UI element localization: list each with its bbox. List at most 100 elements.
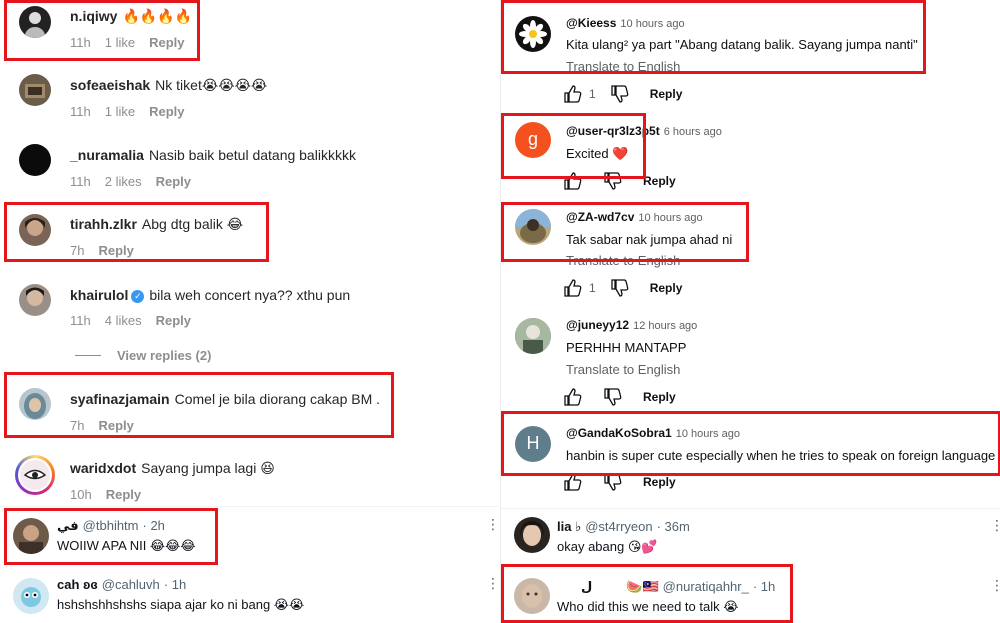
comment-username[interactable]: @Kieess 10 hours ago <box>566 16 685 30</box>
reply-button[interactable]: Reply <box>98 418 133 433</box>
username-text[interactable]: _nuramalia <box>70 147 144 163</box>
view-replies-label[interactable]: View replies (2) <box>117 348 211 363</box>
dislike-icon[interactable] <box>603 472 623 492</box>
display-name[interactable]: في <box>57 518 79 533</box>
comment-actions: 1 Reply <box>563 278 682 298</box>
reply-author[interactable]: cah ʚɞ @cahluvh · 1h <box>57 577 186 592</box>
comment-username[interactable]: sofeaeishak Nk tiket😭😭😭😭 <box>70 77 267 94</box>
like-icon[interactable] <box>563 472 583 492</box>
user-handle[interactable]: @tbhihtm <box>83 518 139 533</box>
reply-button[interactable]: Reply <box>650 87 683 101</box>
comment-username[interactable]: @user-qr3lz3p5t 6 hours ago <box>566 124 722 138</box>
reply-button[interactable]: Reply <box>650 281 683 295</box>
avatar[interactable] <box>515 16 551 52</box>
more-options-icon[interactable]: ⋮ <box>990 517 1000 534</box>
dislike-icon[interactable] <box>603 387 623 407</box>
reply-button[interactable]: Reply <box>643 390 676 404</box>
comment-text: PERHHH MANTAPP <box>566 340 687 355</box>
dislike-icon[interactable] <box>610 84 630 104</box>
reply-button[interactable]: Reply <box>156 174 191 189</box>
display-name[interactable]: cah ʚɞ <box>57 577 98 592</box>
reply-button[interactable]: Reply <box>156 313 191 328</box>
reply-author[interactable]: lia ♭ @st4rryeon · 36m <box>557 519 690 535</box>
display-name[interactable]: lia ♭ <box>557 519 581 534</box>
translate-button[interactable]: Translate to English <box>566 362 680 377</box>
comment-likes[interactable]: 1 like <box>105 35 135 50</box>
comment-username[interactable]: khairulol ✓ bila weh concert nya?? xthu pu… <box>70 287 350 303</box>
user-handle[interactable]: @st4rryeon <box>585 519 652 534</box>
username-text[interactable]: waridxdot <box>70 460 136 476</box>
avatar[interactable] <box>15 455 55 495</box>
avatar[interactable] <box>19 388 51 420</box>
reply-button[interactable]: Reply <box>643 174 676 188</box>
username-text[interactable]: @user-qr3lz3p5t <box>566 124 660 138</box>
comment-likes[interactable]: 1 like <box>105 104 135 119</box>
comment-time[interactable]: 10 hours ago <box>676 428 740 440</box>
username-text[interactable]: sofeaeishak <box>70 77 150 93</box>
display-name[interactable]: ل <box>581 579 592 594</box>
reply-button[interactable]: Reply <box>643 475 676 489</box>
like-icon[interactable] <box>563 278 583 298</box>
comment-username[interactable]: @juneyy12 12 hours ago <box>566 318 697 332</box>
like-icon[interactable] <box>563 84 583 104</box>
dislike-icon[interactable] <box>603 171 623 191</box>
username-text[interactable]: syafinazjamain <box>70 391 170 407</box>
username-text[interactable]: n.iqiwy <box>70 8 117 24</box>
more-options-icon[interactable]: ⋮ <box>990 577 1000 594</box>
avatar[interactable] <box>515 318 551 354</box>
comment-time: 11h <box>70 313 91 328</box>
comment-time[interactable]: 6 hours ago <box>664 126 722 138</box>
username-text[interactable]: @GandaKoSobra1 <box>566 426 672 440</box>
username-text[interactable]: @Kieess <box>566 16 616 30</box>
username-text[interactable]: @juneyy12 <box>566 318 629 332</box>
reply-button[interactable]: Reply <box>106 487 141 502</box>
more-options-icon[interactable]: ⋮ <box>486 516 500 533</box>
avatar[interactable] <box>19 144 51 176</box>
avatar[interactable] <box>19 6 51 38</box>
like-icon[interactable] <box>563 387 583 407</box>
avatar[interactable] <box>514 578 550 614</box>
avatar[interactable] <box>19 214 51 246</box>
avatar-letter: H <box>526 433 540 453</box>
avatar[interactable] <box>13 578 49 614</box>
comment-username[interactable]: syafinazjamain Comel je bila diorang caka… <box>70 391 380 407</box>
comment-time[interactable]: 10 hours ago <box>620 18 684 30</box>
user-handle[interactable]: @cahluvh <box>102 577 160 592</box>
comment-likes[interactable]: 2 likes <box>105 174 142 189</box>
username-text[interactable]: khairulol <box>70 287 128 303</box>
comment-time: 10h <box>70 487 92 502</box>
dislike-icon[interactable] <box>610 278 630 298</box>
comment-likes[interactable]: 4 likes <box>105 313 142 328</box>
view-replies-button[interactable]: View replies (2) <box>75 348 211 363</box>
comment-username[interactable]: @ZA-wd7cv 10 hours ago <box>566 210 703 224</box>
avatar[interactable] <box>19 284 51 316</box>
avatar[interactable]: g <box>515 122 551 158</box>
reply-button[interactable]: Reply <box>149 35 184 50</box>
avatar[interactable] <box>515 209 551 245</box>
comment-time[interactable]: 10 hours ago <box>638 212 702 224</box>
reply-author[interactable]: ل 🍉🇲🇾 @nuratiqahhr_ · 1h <box>557 579 775 595</box>
username-text[interactable]: @ZA-wd7cv <box>566 210 634 224</box>
reply-button[interactable]: Reply <box>149 104 184 119</box>
comment-text: Kita ulang² ya part "Abang datang balik.… <box>566 37 918 52</box>
reply-button[interactable]: Reply <box>98 243 133 258</box>
comment-time[interactable]: 12 hours ago <box>633 320 697 332</box>
avatar[interactable] <box>514 517 550 553</box>
avatar[interactable]: H <box>515 426 551 462</box>
avatar[interactable] <box>13 518 49 554</box>
username-text[interactable]: tirahh.zlkr <box>70 216 137 232</box>
more-options-icon[interactable]: ⋮ <box>486 575 500 592</box>
translate-button[interactable]: Translate to English <box>566 59 680 74</box>
like-icon[interactable] <box>563 171 583 191</box>
comment-time: 11h <box>70 174 91 189</box>
comment-meta: 11h 1 like Reply <box>70 104 199 119</box>
comment-username[interactable]: n.iqiwy 🔥🔥🔥🔥 <box>70 8 192 25</box>
comment-username[interactable]: tirahh.zlkr Abg dtg balik 😂 <box>70 216 243 233</box>
reply-author[interactable]: في @tbhihtm · 2h <box>57 518 165 534</box>
translate-button[interactable]: Translate to English <box>566 253 680 268</box>
user-handle[interactable]: @nuratiqahhr_ <box>663 579 749 594</box>
comment-username[interactable]: @GandaKoSobra1 10 hours ago <box>566 426 740 440</box>
comment-username[interactable]: waridxdot Sayang jumpa lagi 😆 <box>70 460 275 477</box>
comment-username[interactable]: _nuramalia Nasib baik betul datang balikk… <box>70 147 356 163</box>
avatar[interactable] <box>19 74 51 106</box>
